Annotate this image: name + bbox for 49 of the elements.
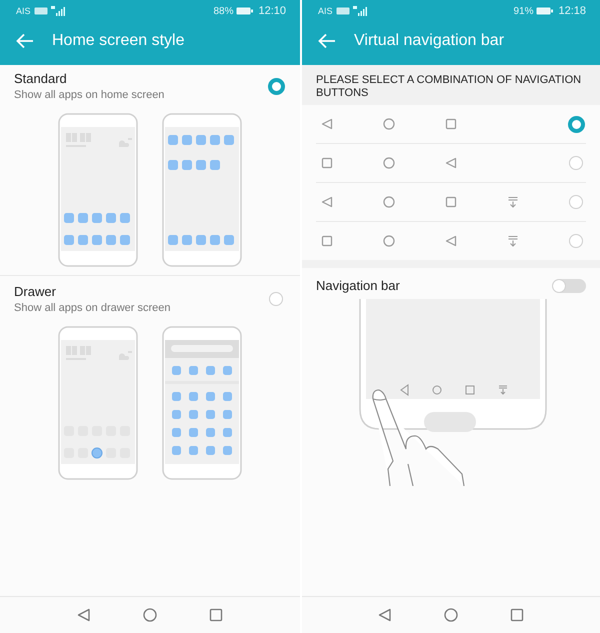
screen-title: Virtual navigation bar	[354, 32, 504, 50]
option-description: Show all apps on home screen	[14, 89, 166, 101]
recents-icon	[321, 157, 333, 169]
home-icon[interactable]	[444, 608, 458, 622]
radio-button[interactable]	[269, 292, 283, 306]
carrier-name: AIS	[16, 6, 31, 16]
signal-icon	[352, 6, 367, 16]
recents-icon[interactable]	[510, 608, 524, 622]
battery-icon	[236, 7, 254, 15]
pull-down-icon	[507, 235, 519, 247]
radio-button[interactable]	[569, 234, 583, 248]
radio-button[interactable]	[569, 156, 583, 170]
home-icon	[383, 196, 395, 208]
home-icon	[383, 157, 395, 169]
back-arrow-icon[interactable]	[16, 32, 34, 48]
network-badge-icon	[336, 7, 350, 15]
recents-icon	[445, 196, 457, 208]
back-icon	[445, 157, 457, 169]
recents-icon	[445, 118, 457, 130]
signal-icon	[50, 6, 65, 16]
screen-title: Home screen style	[52, 32, 184, 50]
clock: 12:18	[558, 5, 586, 17]
back-arrow-icon[interactable]	[318, 32, 336, 48]
back-icon	[321, 196, 333, 208]
clock: 12:10	[258, 5, 286, 17]
pull-down-icon	[507, 196, 519, 208]
back-icon	[445, 235, 457, 247]
battery-percent: 91%	[513, 6, 534, 16]
toggle-switch[interactable]	[552, 278, 586, 292]
battery-percent: 88%	[213, 6, 234, 16]
back-icon[interactable]	[77, 608, 91, 622]
radio-button[interactable]	[569, 195, 583, 209]
back-icon	[321, 118, 333, 130]
setting-label: Navigation bar	[316, 278, 400, 293]
recents-icon[interactable]	[209, 608, 223, 622]
carrier-name: AIS	[318, 6, 333, 16]
home-icon	[383, 118, 395, 130]
section-header: PLEASE SELECT A COMBINATION OF NAVIGATION BUTTONS	[302, 65, 600, 105]
home-icon	[383, 235, 395, 247]
recents-icon	[321, 235, 333, 247]
radio-button[interactable]	[568, 116, 585, 132]
radio-button[interactable]	[268, 78, 285, 94]
home-icon[interactable]	[143, 608, 157, 622]
back-icon[interactable]	[378, 608, 392, 622]
option-title: Drawer	[14, 284, 57, 299]
option-title: Standard	[14, 71, 68, 86]
network-badge-icon	[34, 7, 48, 15]
battery-icon	[536, 7, 554, 15]
option-description: Show all apps on drawer screen	[14, 302, 172, 314]
